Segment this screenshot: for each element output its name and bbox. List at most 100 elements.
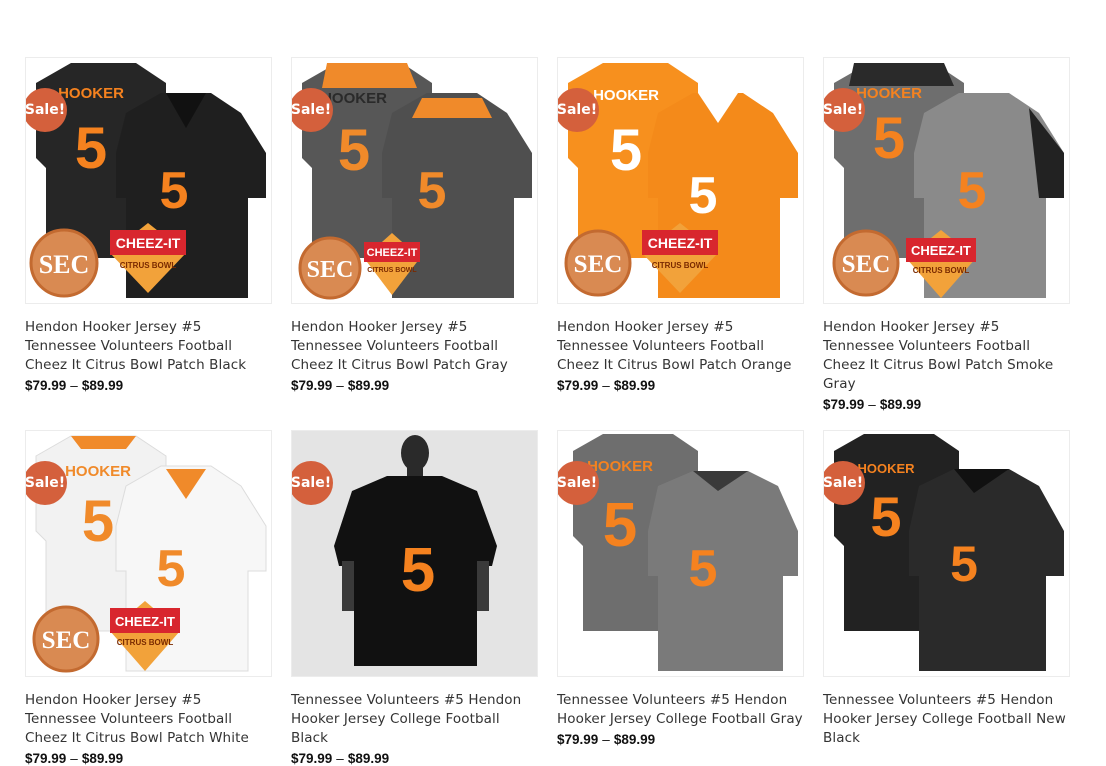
front-number: 5 — [689, 167, 718, 225]
product-image[interactable]: Sale! HOOKER 5 5 SEC CHEEZ-IT CITRUS BOW… — [25, 430, 272, 677]
jersey-image: HOOKER 5 5 — [834, 434, 1064, 671]
front-number: 5 — [689, 540, 718, 598]
back-number: 5 — [75, 116, 107, 181]
product-image[interactable]: Sale! HOOKER 5 5 — [823, 430, 1070, 677]
bowl-patch-line1: CHEEZ-IT — [115, 614, 175, 629]
product-card[interactable]: Sale! HOOKER 5 5 SEC CHEEZ-IT CITRUS BOW… — [25, 430, 272, 766]
sale-badge: Sale! — [292, 461, 333, 505]
price-separator: – — [868, 397, 876, 412]
product-price: $79.99– $89.99 — [291, 751, 538, 766]
bowl-patch-line1: CHEEZ-IT — [648, 235, 713, 251]
bowl-patch-line2: CITRUS BOWL — [120, 261, 177, 270]
product-price: $79.99– $89.99 — [25, 378, 272, 393]
price-max: $89.99 — [613, 732, 656, 747]
price-max: $89.99 — [347, 378, 390, 393]
bowl-patch-line1: CHEEZ-IT — [367, 247, 418, 259]
front-number: 5 — [160, 162, 189, 220]
back-number: 5 — [870, 485, 901, 548]
price-separator: – — [602, 732, 610, 747]
bowl-patch-line2: CITRUS BOWL — [367, 267, 417, 274]
product-title[interactable]: Hendon Hooker Jersey #5 Tennessee Volunt… — [25, 691, 272, 748]
product-price — [823, 751, 1070, 766]
sec-patch-text: SEC — [842, 251, 891, 278]
price-max: $89.99 — [879, 397, 922, 412]
sec-patch-text: SEC — [39, 250, 90, 279]
price-max: $89.99 — [81, 378, 124, 393]
price-min: $79.99 — [291, 378, 333, 393]
product-title[interactable]: Hendon Hooker Jersey #5 Tennessee Volunt… — [25, 318, 272, 375]
price-separator: – — [70, 378, 78, 393]
product-price: $79.99– $89.99 — [291, 378, 538, 393]
product-title[interactable]: Hendon Hooker Jersey #5 Tennessee Volunt… — [291, 318, 538, 375]
back-number: 5 — [603, 491, 637, 560]
front-number: 5 — [418, 162, 447, 220]
product-price: $79.99– $89.99 — [557, 378, 804, 393]
price-separator: – — [70, 751, 78, 766]
name-on-back: HOOKER — [587, 458, 653, 475]
back-number: 5 — [873, 106, 905, 171]
bowl-patch-line1: CHEEZ-IT — [116, 235, 181, 251]
sec-patch-text: SEC — [307, 257, 354, 283]
sale-badge: Sale! — [558, 461, 599, 505]
sale-badge: Sale! — [558, 88, 599, 132]
product-image[interactable]: Sale! HOOKER 5 5 SEC CHEEZ-IT CITRUS BOW… — [557, 57, 804, 304]
product-title[interactable]: Tennessee Volunteers #5 Hendon Hooker Je… — [291, 691, 538, 748]
name-on-back: HOOKER — [65, 463, 131, 480]
jersey-image: HOOKER 5 5 SEC CHEEZ-IT CITRUS BOWL — [298, 63, 532, 300]
price-min: $79.99 — [25, 751, 67, 766]
sec-patch-text: SEC — [574, 251, 623, 278]
product-image[interactable]: Sale! HOOKER 5 5 — [557, 430, 804, 677]
sec-patch-text: SEC — [42, 627, 91, 654]
bowl-patch-line2: CITRUS BOWL — [913, 266, 970, 275]
price-separator: – — [602, 378, 610, 393]
jersey-image: HOOKER 5 5 SEC CHEEZ-IT CITRUS BOWL — [32, 435, 267, 673]
product-card[interactable]: Sale! HOOKER 5 5 SEC CHEEZ-IT CITRUS BOW… — [557, 57, 804, 393]
bowl-patch-line1: CHEEZ-IT — [911, 243, 971, 258]
front-number: 5 — [401, 536, 435, 605]
product-image[interactable]: Sale! HOOKER 5 5 SEC CHEEZ-IT CITRUS BOW… — [291, 57, 538, 304]
bowl-patch-line2: CITRUS BOWL — [117, 638, 174, 647]
product-image[interactable]: Sale! HOOKER 5 5 SEC CHEEZ-IT CITRUS BOW… — [823, 57, 1070, 304]
name-on-back: HOOKER — [857, 461, 915, 476]
product-price: $79.99– $89.99 — [823, 397, 1070, 412]
bowl-patch-line2: CITRUS BOWL — [652, 261, 709, 270]
sale-badge: Sale! — [824, 88, 865, 132]
product-card[interactable]: Sale! HOOKER 5 5 SEC CHEEZ-IT CITRUS BOW… — [291, 57, 538, 393]
price-max: $89.99 — [613, 378, 656, 393]
product-image[interactable]: Sale! HOOKER 5 5 SEC CHEEZ-IT CITRUS BOW… — [25, 57, 272, 304]
back-number: 5 — [338, 118, 370, 183]
price-min: $79.99 — [557, 378, 599, 393]
price-min: $79.99 — [25, 378, 67, 393]
price-min: $79.99 — [291, 751, 333, 766]
sale-badge: Sale! — [824, 461, 865, 505]
product-card[interactable]: Sale! HOOKER 5 5 Tennessee Volunteers #5… — [823, 430, 1070, 766]
product-title[interactable]: Tennessee Volunteers #5 Hendon Hooker Je… — [823, 691, 1070, 748]
front-number: 5 — [950, 536, 978, 592]
jersey-image: HOOKER 5 5 SEC CHEEZ-IT CITRUS BOWL — [832, 63, 1064, 298]
sale-badge: Sale! — [26, 461, 67, 505]
product-card[interactable]: Sale! HOOKER 5 5 Tennessee Volunteers #5… — [557, 430, 804, 747]
jersey-image: HOOKER 5 5 SEC CHEEZ-IT CITRUS BOWL — [29, 63, 266, 298]
price-separator: – — [336, 378, 344, 393]
product-card[interactable]: Sale! HOOKER 5 5 SEC CHEEZ-IT CITRUS BOW… — [25, 57, 272, 393]
product-card[interactable]: Sale! 5 Tennessee Volunteers #5 Hendon H… — [291, 430, 538, 766]
price-min: $79.99 — [557, 732, 599, 747]
product-title[interactable]: Tennessee Volunteers #5 Hendon Hooker Je… — [557, 691, 804, 729]
product-price: $79.99– $89.99 — [557, 732, 804, 747]
front-number: 5 — [958, 162, 987, 220]
product-title[interactable]: Hendon Hooker Jersey #5 Tennessee Volunt… — [557, 318, 804, 375]
sale-badge: Sale! — [26, 88, 67, 132]
product-card[interactable]: Sale! HOOKER 5 5 SEC CHEEZ-IT CITRUS BOW… — [823, 57, 1070, 412]
jersey-image: HOOKER 5 5 — [573, 434, 798, 671]
product-title[interactable]: Hendon Hooker Jersey #5 Tennessee Volunt… — [823, 318, 1070, 394]
name-on-back: HOOKER — [58, 85, 124, 102]
jersey-image: 5 — [292, 431, 537, 676]
price-max: $89.99 — [347, 751, 390, 766]
back-number: 5 — [82, 489, 114, 554]
name-on-back: HOOKER — [593, 87, 659, 104]
product-price: $79.99– $89.99 — [25, 751, 272, 766]
back-number: 5 — [610, 118, 642, 183]
product-image[interactable]: Sale! 5 — [291, 430, 538, 677]
front-number: 5 — [157, 540, 186, 598]
price-max: $89.99 — [81, 751, 124, 766]
